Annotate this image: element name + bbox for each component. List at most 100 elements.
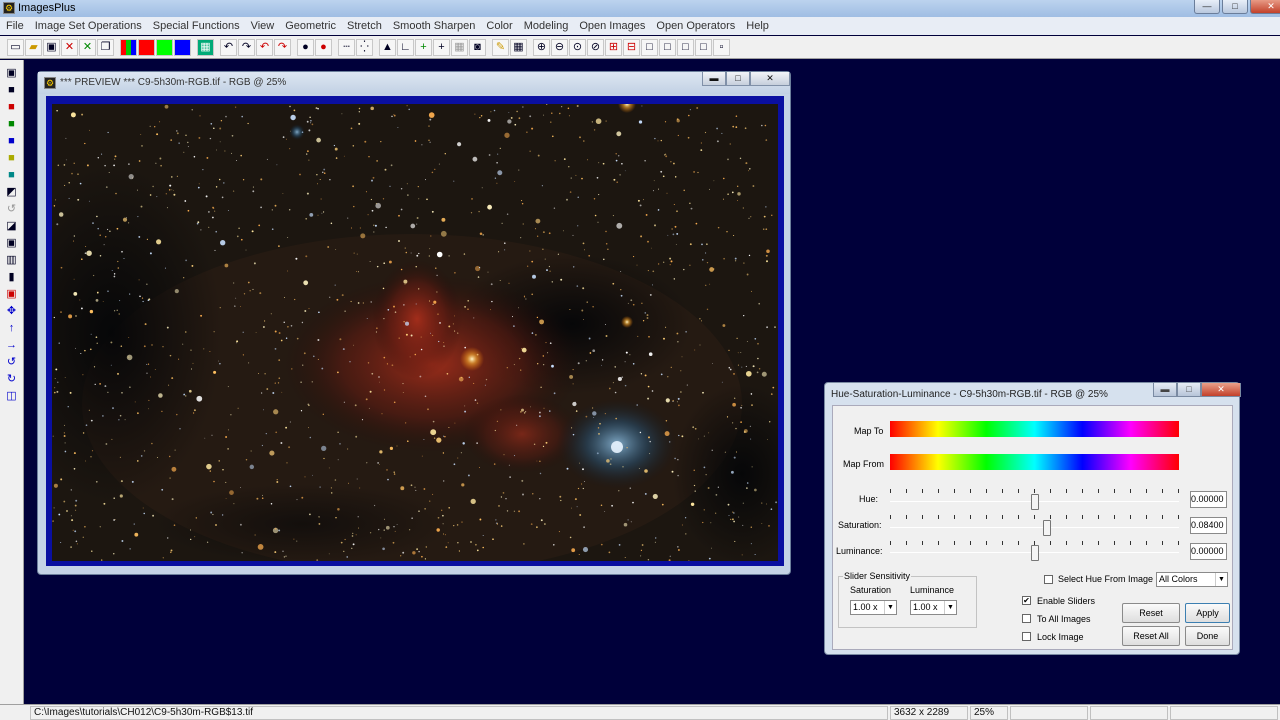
move-icon[interactable]: ✥ (4, 303, 20, 319)
reset-button[interactable]: Reset (1122, 603, 1180, 623)
close-all-icon[interactable]: ✕ (79, 38, 96, 56)
frame-3-icon[interactable]: □ (677, 38, 694, 56)
luminance-value[interactable]: 0.00000 (1190, 543, 1227, 560)
menu-smooth-sharpen[interactable]: Smooth Sharpen (393, 20, 476, 32)
histogram-icon[interactable]: ▲ (379, 38, 396, 56)
reset-all-button[interactable]: Reset All (1122, 626, 1180, 646)
red-black-icon[interactable]: ■ (4, 99, 20, 115)
gradient-icon[interactable]: ◪ (4, 218, 20, 234)
blue-black-icon[interactable]: ■ (4, 133, 20, 149)
lock-image-checkbox[interactable] (1022, 632, 1031, 641)
preview-close-button[interactable]: ✕ (750, 72, 790, 86)
image-grid-icon[interactable]: ▦ (197, 38, 214, 56)
saturation-sensitivity-select[interactable]: 1.00 x ▼ (850, 600, 897, 615)
frame-4-icon[interactable]: □ (695, 38, 712, 56)
frame-icon[interactable]: ▣ (4, 235, 20, 251)
record-red-icon[interactable]: ● (315, 38, 332, 56)
redo-all-icon[interactable]: ↷ (274, 38, 291, 56)
hsl-close-button[interactable]: ✕ (1201, 383, 1241, 397)
luminance-slider-thumb[interactable] (1030, 545, 1039, 561)
camera-icon[interactable]: ◙ (469, 38, 486, 56)
yellow-black-icon[interactable]: ■ (4, 150, 20, 166)
subtract-red-icon[interactable]: ⊟ (623, 38, 640, 56)
zoom-fit-icon[interactable]: ⊙ (569, 38, 586, 56)
menu-view[interactable]: View (251, 20, 275, 32)
menu-file[interactable]: File (6, 20, 24, 32)
redo-icon[interactable]: ↷ (238, 38, 255, 56)
blue-channel-icon[interactable] (174, 38, 191, 56)
add-red-icon[interactable]: ⊞ (605, 38, 622, 56)
crosshair-green-icon[interactable]: + (415, 38, 432, 56)
gray-black-icon[interactable]: ◩ (4, 184, 20, 200)
frame-1-icon[interactable]: □ (641, 38, 658, 56)
menu-open-images[interactable]: Open Images (579, 20, 645, 32)
green-channel-icon[interactable] (156, 38, 173, 56)
star (245, 249, 247, 251)
copy-icon[interactable]: ❐ (97, 38, 114, 56)
menu-modeling[interactable]: Modeling (524, 20, 569, 32)
grid-icon[interactable]: ▦ (510, 38, 527, 56)
menu-geometric[interactable]: Geometric (285, 20, 336, 32)
arrow-up-icon[interactable]: ↑ (4, 320, 20, 336)
zoom-in-icon[interactable]: ⊕ (533, 38, 550, 56)
frame-5-icon[interactable]: ▫ (713, 38, 730, 56)
saturation-value[interactable]: 0.08400 (1190, 517, 1227, 534)
minimize-button[interactable]: — (1194, 0, 1220, 14)
hue-value[interactable]: 0.00000 (1190, 491, 1227, 508)
green-black-icon[interactable]: ■ (4, 116, 20, 132)
record-icon[interactable]: ● (297, 38, 314, 56)
hue-slider-thumb[interactable] (1030, 494, 1039, 510)
rotate-left-icon[interactable]: ↺ (4, 354, 20, 370)
menu-stretch[interactable]: Stretch (347, 20, 382, 32)
bar-icon[interactable]: ▮ (4, 269, 20, 285)
crosshair-icon[interactable]: + (433, 38, 450, 56)
hsl-maximize-button[interactable]: □ (1177, 383, 1201, 397)
preview-maximize-button[interactable]: □ (726, 72, 750, 86)
rotate-right-icon[interactable]: ↻ (4, 371, 20, 387)
maximize-button[interactable]: □ (1222, 0, 1248, 14)
undo-icon[interactable]: ↶ (220, 38, 237, 56)
open-folder-icon[interactable]: ▰ (25, 38, 42, 56)
new-file-icon[interactable]: ▭ (7, 38, 24, 56)
line-dotted-icon[interactable]: ┄ (338, 38, 355, 56)
star (358, 107, 361, 110)
save-icon[interactable]: ▣ (43, 38, 60, 56)
menu-open-operators[interactable]: Open Operators (656, 20, 735, 32)
enable-sliders-checkbox[interactable]: ✔ (1022, 596, 1031, 605)
close-image-icon[interactable]: ✕ (61, 38, 78, 56)
save-icon[interactable]: ▣ (4, 65, 20, 81)
luminance-sensitivity-select[interactable]: 1.00 x ▼ (910, 600, 957, 615)
apply-button[interactable]: Apply (1185, 603, 1230, 623)
rgb-channels-icon[interactable] (120, 38, 137, 56)
axis-icon[interactable]: ∟ (397, 38, 414, 56)
saturation-slider-track[interactable] (890, 527, 1179, 528)
astro-image[interactable] (52, 104, 778, 561)
red-channel-icon[interactable] (138, 38, 155, 56)
levels-icon[interactable]: ▥ (4, 252, 20, 268)
select-hue-checkbox[interactable] (1044, 575, 1053, 584)
frame-2-icon[interactable]: □ (659, 38, 676, 56)
zoom-out-icon[interactable]: ⊖ (551, 38, 568, 56)
close-button[interactable]: ✕ (1250, 0, 1280, 14)
select-icon[interactable]: ▣ (4, 286, 20, 302)
black-square-icon[interactable]: ■ (4, 82, 20, 98)
curve-icon[interactable]: ↺ (4, 201, 20, 217)
zoom-actual-icon[interactable]: ⊘ (587, 38, 604, 56)
grid-light-icon[interactable]: ▦ (451, 38, 468, 56)
done-button[interactable]: Done (1185, 626, 1230, 646)
color-select[interactable]: All Colors ▼ (1156, 572, 1228, 587)
menu-help[interactable]: Help (746, 20, 769, 32)
points-icon[interactable]: ⁛ (356, 38, 373, 56)
saturation-slider-thumb[interactable] (1042, 520, 1051, 536)
menu-color[interactable]: Color (486, 20, 512, 32)
menu-special-functions[interactable]: Special Functions (153, 20, 240, 32)
menu-image-set-operations[interactable]: Image Set Operations (35, 20, 142, 32)
pencil-icon[interactable]: ✎ (492, 38, 509, 56)
hsl-minimize-button[interactable]: ▬ (1153, 383, 1177, 397)
align-icon[interactable]: ◫ (4, 388, 20, 404)
to-all-images-checkbox[interactable] (1022, 614, 1031, 623)
preview-minimize-button[interactable]: ▬ (702, 72, 726, 86)
arrow-right-icon[interactable]: → (4, 337, 20, 353)
undo-all-icon[interactable]: ↶ (256, 38, 273, 56)
cyan-black-icon[interactable]: ■ (4, 167, 20, 183)
